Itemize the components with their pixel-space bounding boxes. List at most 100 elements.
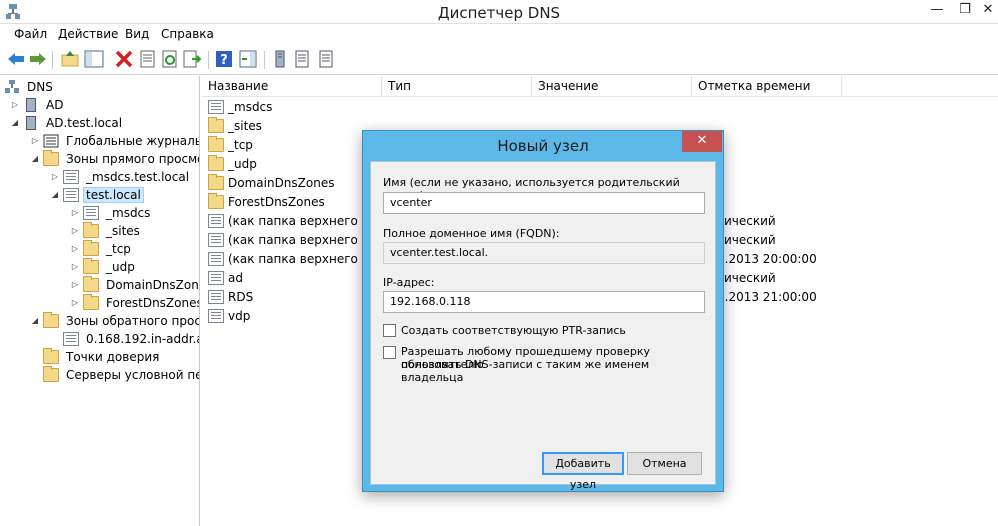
expand-icon[interactable]: ▷ <box>70 262 80 272</box>
cancel-button[interactable]: Отмена <box>627 452 702 475</box>
list-item-timestamp: 2.2013 21:00:00 <box>717 289 817 304</box>
refresh-icon[interactable] <box>160 49 180 69</box>
column-type[interactable]: Тип <box>382 76 532 97</box>
tree-label: Глобальные журналы <box>66 134 200 148</box>
list-item-timestamp: 2.2013 20:00:00 <box>717 251 817 266</box>
delete-icon[interactable] <box>114 49 134 69</box>
list-item-name: RDS <box>228 289 254 304</box>
fqdn-field: vcenter.test.local. <box>383 242 705 264</box>
menu-file[interactable]: Файл <box>14 27 47 41</box>
dialog-close-button[interactable]: ✕ <box>682 131 722 152</box>
record-icon <box>208 251 224 266</box>
zone-icon <box>208 99 224 114</box>
dialog-title: Новый узел <box>497 137 589 155</box>
console-tree-icon[interactable] <box>84 49 104 69</box>
dialog-body: Имя (если не указано, используется родит… <box>370 161 716 491</box>
collapse-icon[interactable]: ◢ <box>50 190 60 200</box>
tree-label: _tcp <box>106 242 131 256</box>
folder-icon <box>43 348 59 364</box>
list-item-timestamp: тический <box>717 213 776 228</box>
tree-item-reverse-zones[interactable]: ◢ Зоны обратного просмотра <box>30 312 200 330</box>
column-timestamp[interactable]: Отметка времени <box>692 76 842 97</box>
collapse-icon[interactable]: ◢ <box>10 118 20 128</box>
minimize-button[interactable]: — <box>924 0 950 20</box>
allow-update-label-line2: обновлять DNS-записи с таким же именем в… <box>401 358 650 384</box>
properties-icon[interactable] <box>138 49 158 69</box>
create-ptr-checkbox[interactable] <box>383 324 396 337</box>
expand-icon[interactable]: ▷ <box>70 298 80 308</box>
zone-icon <box>63 332 79 346</box>
record-icon <box>208 270 224 285</box>
column-value[interactable]: Значение <box>532 76 692 97</box>
zone-icon <box>83 206 99 220</box>
menu-view[interactable]: Вид <box>125 27 149 41</box>
expand-icon[interactable]: ▷ <box>50 172 60 182</box>
list-item-name: vdp <box>228 308 251 323</box>
new-host-dialog: Новый узел ✕ Имя (если не указано, испол… <box>362 130 724 492</box>
tree-label: ForestDnsZones <box>106 296 200 310</box>
up-folder-icon[interactable] <box>60 49 80 69</box>
list-item-name: _tcp <box>228 137 253 152</box>
tree-item-domaindnszones[interactable]: ▷ DomainDnsZones <box>70 276 199 294</box>
expand-icon[interactable]: ▷ <box>70 208 80 218</box>
tree-label: _msdcs.test.local <box>86 170 190 184</box>
list-item-name: _msdcs <box>228 99 273 114</box>
tree-item-tcp[interactable]: ▷ _tcp <box>70 240 134 258</box>
name-field[interactable]: vcenter <box>383 192 705 214</box>
export-list-icon[interactable] <box>182 49 202 69</box>
show-hide-action-pane-icon[interactable] <box>238 49 258 69</box>
tree-item-ad-test-local[interactable]: ◢ AD.test.local <box>10 114 125 132</box>
tree-item-test-local[interactable]: ◢ test.local <box>50 186 144 204</box>
tree-item-msdcs[interactable]: ▷ _msdcs <box>70 204 153 222</box>
tree-label: DomainDnsZones <box>106 278 199 292</box>
maximize-button[interactable]: ❐ <box>952 0 978 20</box>
collapse-icon[interactable]: ◢ <box>30 316 40 326</box>
add-host-button[interactable]: Добавить узел <box>542 452 624 491</box>
record-properties-icon[interactable] <box>316 49 336 69</box>
list-item-timestamp: тический <box>717 232 776 247</box>
list-item-name: _sites <box>228 118 262 133</box>
folder-icon <box>43 366 59 382</box>
tree-item-conditional-forwarders[interactable]: Серверы условной пересылки <box>30 366 199 384</box>
expand-icon[interactable]: ▷ <box>70 226 80 236</box>
tree-label: DNS <box>27 80 53 94</box>
folder-icon <box>43 150 59 166</box>
svg-text:?: ? <box>220 53 228 68</box>
column-name[interactable]: Название <box>202 76 382 97</box>
expand-icon[interactable]: ▷ <box>30 136 40 146</box>
collapse-icon[interactable]: ◢ <box>30 154 40 164</box>
folder-icon <box>208 154 224 171</box>
list-item[interactable]: _msdcs <box>202 97 998 116</box>
expand-icon[interactable]: ▷ <box>70 280 80 290</box>
tree-label: test.local <box>83 187 144 203</box>
forward-arrow-icon[interactable] <box>28 49 48 69</box>
record-list-icon[interactable] <box>292 49 312 69</box>
server-icon <box>26 98 36 112</box>
expand-icon[interactable]: ▷ <box>70 244 80 254</box>
close-window-button[interactable]: ✕ <box>978 0 998 20</box>
tree-label: Зоны обратного просмотра <box>66 314 200 328</box>
ip-address-field[interactable]: 192.168.0.118 <box>383 291 705 313</box>
back-arrow-icon[interactable] <box>6 49 26 69</box>
tree-item-forward-zones[interactable]: ◢ Зоны прямого просмотра <box>30 150 199 168</box>
help-icon[interactable]: ? <box>214 49 234 69</box>
folder-icon <box>208 173 224 190</box>
menu-action[interactable]: Действие <box>58 27 118 41</box>
tree-item-udp[interactable]: ▷ _udp <box>70 258 138 276</box>
list-item-name: ForestDnsZones <box>228 194 325 209</box>
tree-item-global-logs[interactable]: ▷ Глобальные журналы <box>30 132 200 150</box>
menu-help[interactable]: Справка <box>161 27 214 41</box>
allow-update-checkbox[interactable] <box>383 346 396 359</box>
tree-item-reverse-zone[interactable]: 0.168.192.in-addr.arpa <box>50 330 199 348</box>
folder-icon <box>83 276 99 292</box>
tree-item-dns[interactable]: DNS <box>4 78 56 96</box>
tree-item-ad[interactable]: ▷ AD <box>10 96 66 114</box>
server-icon[interactable] <box>270 49 290 69</box>
tree-item-msdcs-test-local[interactable]: ▷ _msdcs.test.local <box>50 168 192 186</box>
tree-item-sites[interactable]: ▷ _sites <box>70 222 143 240</box>
create-ptr-label: Создать соответствующую PTR-запись <box>401 324 626 337</box>
tree-item-forestdnszones[interactable]: ▷ ForestDnsZones <box>70 294 200 312</box>
zone-icon <box>63 188 79 202</box>
expand-icon[interactable]: ▷ <box>10 100 20 110</box>
tree-item-trust-points[interactable]: Точки доверия <box>30 348 162 366</box>
